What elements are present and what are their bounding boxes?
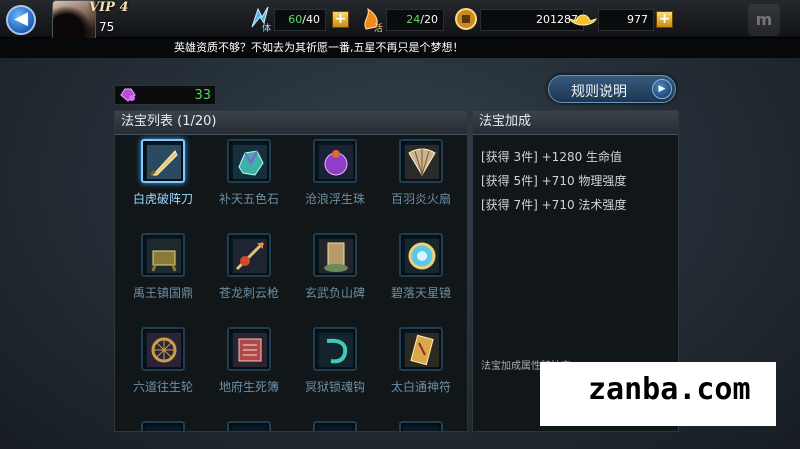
treasure-icon-frame bbox=[399, 139, 443, 183]
treasure-icon-frame bbox=[141, 327, 185, 371]
treasure-item-name: 沧浪浮生珠 bbox=[304, 192, 365, 206]
plus-icon: + bbox=[334, 11, 347, 27]
menu-button[interactable]: m bbox=[748, 4, 780, 36]
treasure-item[interactable]: 沧浪浮生珠 bbox=[291, 135, 379, 227]
stamina-current: 60 bbox=[288, 13, 303, 26]
treasure-item-name: 六道往生轮 bbox=[132, 380, 193, 394]
treasure-item[interactable]: 禹王镇国鼎 bbox=[119, 229, 207, 321]
wheel-icon bbox=[147, 333, 181, 367]
stamina-icon: 体 bbox=[251, 6, 271, 33]
treasure-item[interactable]: 百羽炎火扇 bbox=[377, 135, 465, 227]
rules-label: 规则说明 bbox=[571, 84, 627, 100]
treasure-item-name: 禹王镇国鼎 bbox=[132, 286, 193, 300]
play-arrow-icon: ▶ bbox=[652, 79, 672, 99]
hook-icon bbox=[319, 333, 353, 367]
svg-text:活: 活 bbox=[374, 22, 383, 33]
plus-icon: + bbox=[658, 11, 671, 27]
coin-icon bbox=[455, 8, 477, 30]
gem-count: 33 bbox=[194, 88, 211, 103]
treasure-item-name: 白虎破阵刀 bbox=[132, 192, 193, 206]
gold-value-box: 977 bbox=[598, 9, 654, 31]
treasure-item[interactable]: 六道往生轮 bbox=[119, 323, 207, 415]
treasure-item[interactable]: 玄武负山碑 bbox=[291, 229, 379, 321]
treasure-item[interactable]: 补天五色石 bbox=[205, 135, 293, 227]
gem-icon bbox=[120, 88, 136, 102]
treasure-icon-frame bbox=[141, 233, 185, 277]
treasure-item-name: 太白通神符 bbox=[390, 380, 451, 394]
gold-ingot-icon bbox=[569, 14, 597, 26]
treasure-item-name: 冥狱锁魂钩 bbox=[304, 380, 365, 394]
bonus-line: [获得 3件] +1280 生命值 bbox=[481, 150, 623, 164]
treasure-icon-frame bbox=[227, 139, 271, 183]
add-stamina-button[interactable]: + bbox=[332, 11, 349, 28]
treasure-item[interactable]: 碧落天星镜 bbox=[377, 229, 465, 321]
treasure-icon-frame bbox=[227, 233, 271, 277]
gem-counter: 33 bbox=[114, 85, 216, 105]
treasure-item[interactable]: 冥狱锁魂钩 bbox=[291, 323, 379, 415]
fan-icon bbox=[405, 145, 439, 179]
treasure-icon-frame bbox=[313, 233, 357, 277]
energy-current: 24 bbox=[406, 13, 421, 26]
top-bar: ◀ VIP 4 75 体 60/40 + 活 24/20 201287 977 … bbox=[0, 0, 800, 44]
treasure-icon-frame[interactable] bbox=[227, 421, 271, 431]
player-level: 75 bbox=[99, 20, 115, 34]
bonus-line: [获得 7件] +710 法术强度 bbox=[481, 198, 627, 212]
treasure-icon-frame bbox=[313, 327, 357, 371]
mirror-icon bbox=[405, 239, 439, 273]
treasure-icon-frame bbox=[141, 139, 185, 183]
bonus-list: [获得 3件] +1280 生命值 [获得 5件] +710 物理强度 [获得 … bbox=[481, 147, 626, 219]
back-button[interactable]: ◀ bbox=[6, 5, 36, 35]
energy-icon: 活 bbox=[364, 7, 383, 33]
bonus-line: [获得 5件] +710 物理强度 bbox=[481, 174, 627, 188]
cauldron-icon bbox=[147, 239, 181, 273]
blade-icon bbox=[147, 145, 181, 179]
vip-label: VIP 4 bbox=[89, 0, 129, 15]
treasure-icon-frame bbox=[313, 139, 357, 183]
energy-max: /20 bbox=[420, 13, 438, 26]
stele-icon bbox=[319, 239, 353, 273]
stamina-max: /40 bbox=[302, 13, 320, 26]
announcement-marquee: 英雄资质不够？不如去为其祈愿一番,五星不再只是个梦想！ bbox=[0, 38, 800, 58]
energy-value-box: 24/20 bbox=[386, 9, 444, 31]
treasure-list-panel: 法宝列表 (1/20) 白虎破阵刀 补天五色石 沧浪浮生珠 百羽炎火扇禹王镇国鼎 苍龙刺… bbox=[114, 110, 468, 432]
rules-button[interactable]: 规则说明 ▶ bbox=[548, 75, 676, 103]
talisman-icon bbox=[405, 333, 439, 367]
treasure-item-name: 玄武负山碑 bbox=[304, 286, 365, 300]
treasure-icon-frame[interactable] bbox=[141, 421, 185, 431]
treasure-icon-frame[interactable] bbox=[399, 421, 443, 431]
treasure-item-name: 地府生死簿 bbox=[218, 380, 279, 394]
stamina-value-box: 60/40 bbox=[274, 9, 326, 31]
treasure-icon-frame bbox=[227, 327, 271, 371]
pearl-icon bbox=[319, 145, 353, 179]
back-arrow-icon: ◀ bbox=[14, 8, 28, 29]
treasure-icon-frame bbox=[399, 327, 443, 371]
treasure-item[interactable]: 白虎破阵刀 bbox=[119, 135, 207, 227]
watermark: zanba.com bbox=[540, 362, 776, 426]
treasure-item-name: 百羽炎火扇 bbox=[390, 192, 451, 206]
stone-icon bbox=[233, 145, 267, 179]
treasure-item[interactable]: 苍龙刺云枪 bbox=[205, 229, 293, 321]
spear-icon bbox=[233, 239, 267, 273]
book-icon bbox=[233, 333, 267, 367]
treasure-item-name: 补天五色石 bbox=[218, 192, 279, 206]
watermark-fade bbox=[540, 362, 588, 426]
treasure-item-name: 苍龙刺云枪 bbox=[218, 286, 279, 300]
treasure-bonus-title: 法宝加成 bbox=[473, 111, 678, 135]
svg-text:体: 体 bbox=[262, 22, 271, 33]
treasure-icon-frame[interactable] bbox=[313, 421, 357, 431]
treasure-icon-frame bbox=[399, 233, 443, 277]
watermark-text: zanba.com bbox=[588, 372, 751, 407]
add-gold-button[interactable]: + bbox=[656, 11, 673, 28]
treasure-item-name: 碧落天星镜 bbox=[390, 286, 451, 300]
gold-value: 977 bbox=[627, 13, 648, 26]
treasure-item[interactable]: 太白通神符 bbox=[377, 323, 465, 415]
treasure-item[interactable]: 地府生死簿 bbox=[205, 323, 293, 415]
treasure-list-title: 法宝列表 (1/20) bbox=[115, 111, 467, 135]
menu-icon: m bbox=[755, 10, 773, 29]
